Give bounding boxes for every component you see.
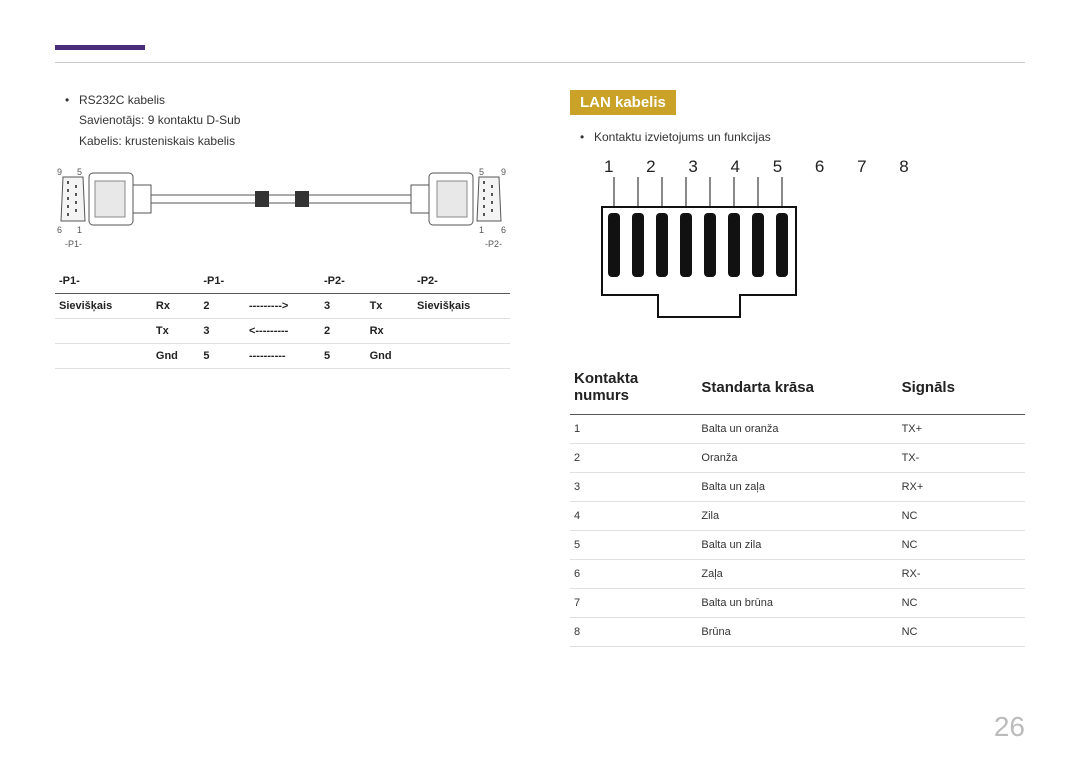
dsub-cable-diagram: 9 5 6 1 -P1- — [55, 161, 510, 251]
rs232-bullet: RS232C kabelis — [55, 90, 510, 110]
table-row: 5Balta un zilaNC — [570, 531, 1025, 560]
table-row: 4ZilaNC — [570, 502, 1025, 531]
table-row: Tx 3 <--------- 2 Rx — [55, 319, 510, 344]
table-row: 2OranžaTX- — [570, 444, 1025, 473]
accent-bar — [55, 45, 145, 50]
table-row: 1Balta un oranžaTX+ — [570, 415, 1025, 444]
svg-text:9: 9 — [501, 167, 506, 177]
svg-text:6: 6 — [57, 225, 62, 235]
svg-text:5: 5 — [77, 167, 82, 177]
table-row: 3Balta un zaļaRX+ — [570, 473, 1025, 502]
table-row: Gnd 5 ---------- 5 Gnd — [55, 344, 510, 369]
left-column: RS232C kabelis Savienotājs: 9 kontaktu D… — [55, 90, 510, 647]
svg-text:5: 5 — [479, 167, 484, 177]
rs232-pin-table: -P1- -P1- -P2- -P2- Sievišķais Rx 2 ----… — [55, 269, 510, 369]
lan-bullet: Kontaktu izvietojums un funkcijas — [570, 127, 1025, 147]
pin-number-row: 1 2 3 4 5 6 7 8 — [600, 157, 1025, 177]
svg-text:1: 1 — [77, 225, 82, 235]
rs232-connector-line: Savienotājs: 9 kontaktu D-Sub — [55, 110, 510, 130]
svg-text:1: 1 — [479, 225, 484, 235]
table-row: 8BrūnaNC — [570, 618, 1025, 647]
table-header-row: Kontakta numurs Standarta krāsa Signāls — [570, 362, 1025, 415]
rj45-diagram: 1 2 3 4 5 6 7 8 — [600, 157, 1025, 342]
right-column: LAN kabelis Kontaktu izvietojums un funk… — [570, 90, 1025, 647]
lan-pinout-table: Kontakta numurs Standarta krāsa Signāls … — [570, 362, 1025, 647]
top-rule — [55, 62, 1025, 63]
table-row: 6ZaļaRX- — [570, 560, 1025, 589]
label-9-left: 9 — [57, 167, 62, 177]
table-row: Sievišķais Rx 2 ---------> 3 Tx Sievišķa… — [55, 294, 510, 319]
table-row: 7Balta un brūnaNC — [570, 589, 1025, 618]
page-number: 26 — [994, 711, 1025, 743]
svg-text:-P1-: -P1- — [65, 239, 82, 249]
svg-text:-P2-: -P2- — [485, 239, 502, 249]
lan-section-heading: LAN kabelis — [570, 90, 676, 115]
svg-text:6: 6 — [501, 225, 506, 235]
rs232-cable-line: Kabelis: krusteniskais kabelis — [55, 131, 510, 151]
table-header-row: -P1- -P1- -P2- -P2- — [55, 269, 510, 294]
